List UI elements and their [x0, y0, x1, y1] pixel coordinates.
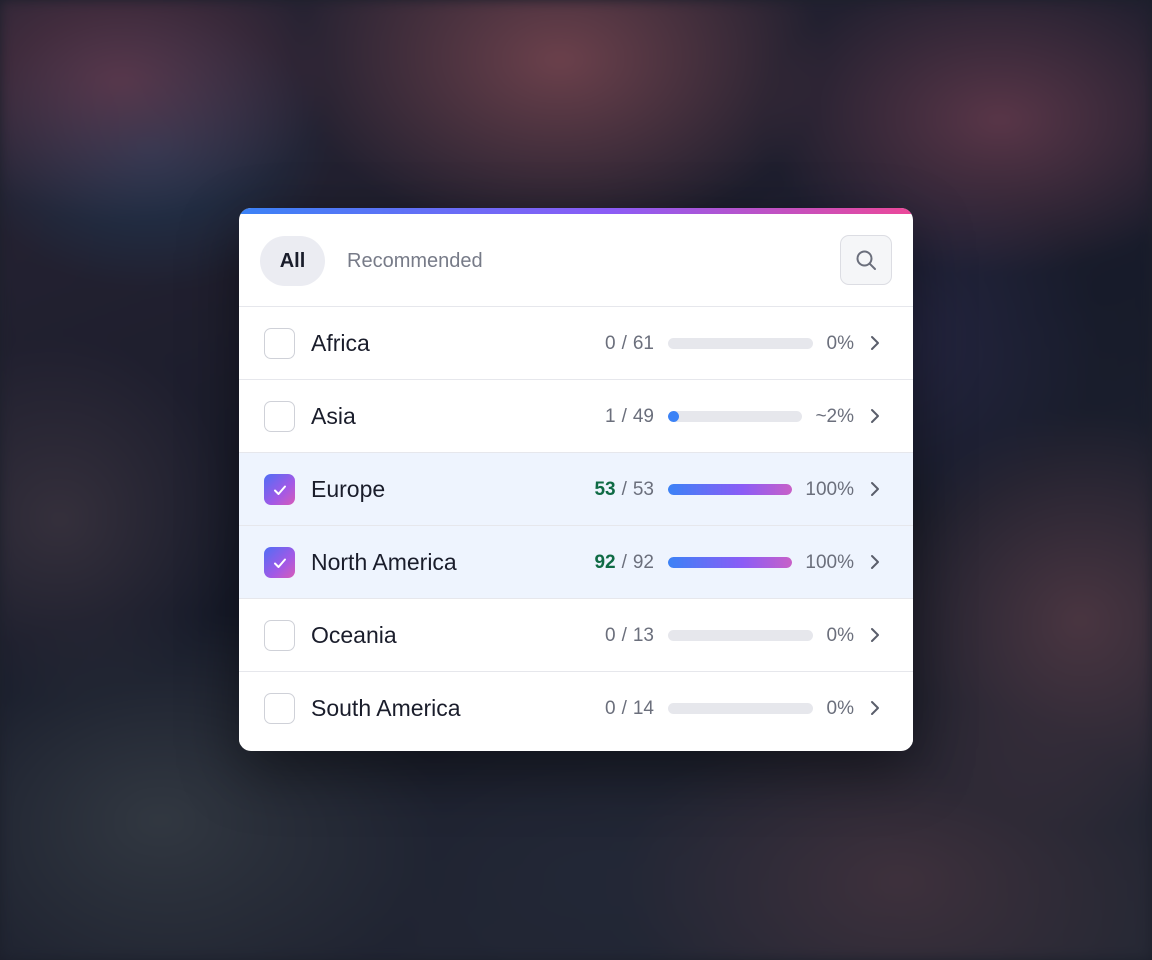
chevron-right-icon[interactable] [868, 553, 882, 571]
region-progress-dot [668, 411, 679, 422]
chevron-right-icon[interactable] [868, 334, 882, 352]
region-row-asia[interactable]: Asia 1 / 49 ~2% [239, 380, 913, 453]
region-checkbox[interactable] [264, 474, 295, 505]
region-count-done: 0 [605, 697, 616, 719]
region-progress-fill [668, 557, 792, 568]
region-progress-bar [668, 557, 792, 568]
region-count-separator: / [621, 405, 627, 427]
region-checkbox[interactable] [264, 547, 295, 578]
region-name: Africa [311, 330, 370, 356]
region-checkbox[interactable] [264, 401, 295, 432]
region-percent: 100% [805, 551, 854, 573]
region-count-done: 0 [605, 624, 616, 646]
tab-recommended[interactable]: Recommended [347, 236, 483, 286]
region-count-separator: / [621, 332, 627, 354]
region-row-south-america[interactable]: South America 0 / 14 0% [239, 672, 913, 745]
region-row-oceania[interactable]: Oceania 0 / 13 0% [239, 599, 913, 672]
region-count: 0 / 61 [605, 307, 654, 380]
chevron-right-icon[interactable] [868, 626, 882, 644]
region-count-total: 92 [632, 551, 654, 573]
region-count-total: 53 [632, 478, 654, 500]
chevron-right-icon[interactable] [868, 699, 882, 717]
region-progress-bar [668, 338, 813, 349]
checkmark-icon [273, 485, 286, 495]
region-row-north-america[interactable]: North America 92 / 92 100% [239, 526, 913, 599]
region-count-separator: / [621, 697, 627, 719]
region-count-total: 61 [632, 332, 654, 354]
region-name: Asia [311, 403, 356, 429]
region-percent: 0% [826, 624, 854, 646]
region-list: Africa 0 / 61 0% Asia 1 / 49 ~2% Europe … [239, 307, 913, 745]
search-icon [856, 250, 876, 270]
region-count: 92 / 92 [594, 526, 654, 599]
region-count-separator: / [621, 624, 627, 646]
checkmark-icon [273, 558, 286, 568]
region-progress-bar [668, 630, 813, 641]
region-checkbox[interactable] [264, 693, 295, 724]
region-picker-panel: All Recommended Africa 0 / 61 0% Asia 1 … [239, 208, 913, 751]
region-progress-bar [668, 411, 802, 422]
region-checkbox[interactable] [264, 328, 295, 359]
region-count-total: 13 [632, 624, 654, 646]
panel-header: All Recommended [239, 214, 913, 307]
region-name: South America [311, 695, 461, 721]
region-percent: 0% [826, 697, 854, 719]
region-count-total: 49 [632, 405, 654, 427]
region-count-total: 14 [632, 697, 654, 719]
region-progress-bar [668, 484, 792, 495]
region-percent: 0% [826, 332, 854, 354]
region-row-europe[interactable]: Europe 53 / 53 100% [239, 453, 913, 526]
region-count-done: 92 [594, 551, 616, 573]
chevron-right-icon[interactable] [868, 480, 882, 498]
region-count: 1 / 49 [605, 380, 654, 453]
region-count-done: 53 [594, 478, 616, 500]
region-name: North America [311, 549, 457, 575]
region-count: 0 / 13 [605, 599, 654, 672]
region-progress-fill [668, 484, 792, 495]
region-percent: ~2% [815, 405, 854, 427]
region-count: 53 / 53 [594, 453, 654, 526]
tab-all-label: All [279, 249, 306, 272]
region-progress-bar [668, 703, 813, 714]
region-count-done: 0 [605, 332, 616, 354]
chevron-right-icon[interactable] [868, 407, 882, 425]
tab-recommended-label: Recommended [347, 249, 483, 272]
region-row-africa[interactable]: Africa 0 / 61 0% [239, 307, 913, 380]
region-name: Europe [311, 476, 386, 502]
search-button[interactable] [840, 235, 892, 285]
tab-all[interactable]: All [260, 236, 325, 286]
region-checkbox[interactable] [264, 620, 295, 651]
region-name: Oceania [311, 622, 397, 648]
region-count: 0 / 14 [605, 672, 654, 745]
region-count-separator: / [621, 551, 627, 573]
region-count-done: 1 [605, 405, 616, 427]
region-count-separator: / [621, 478, 627, 500]
region-percent: 100% [805, 478, 854, 500]
